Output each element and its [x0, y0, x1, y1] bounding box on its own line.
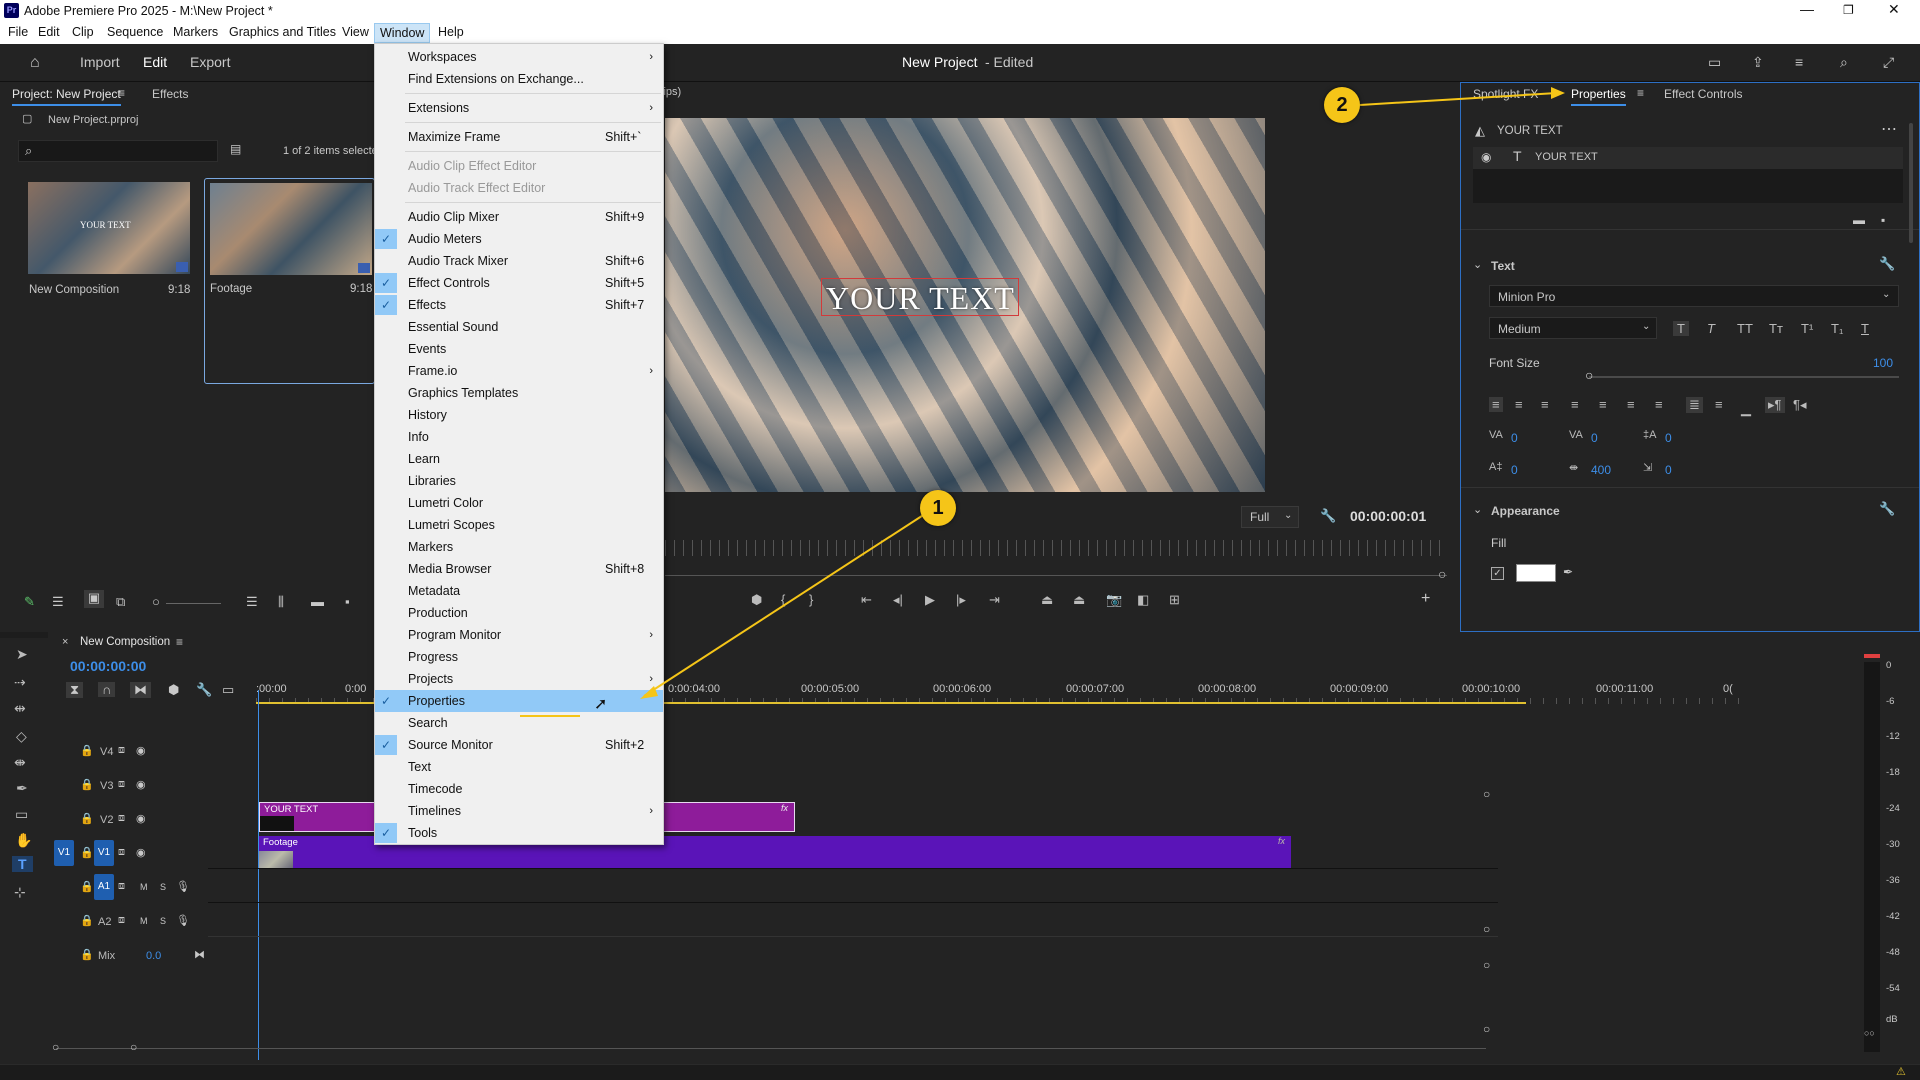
callout-1: 1 [920, 490, 956, 526]
annotation-arrows [520, 87, 1565, 717]
callout-2: 2 [1324, 87, 1360, 123]
mouse-cursor-icon: ➚ [594, 696, 608, 713]
